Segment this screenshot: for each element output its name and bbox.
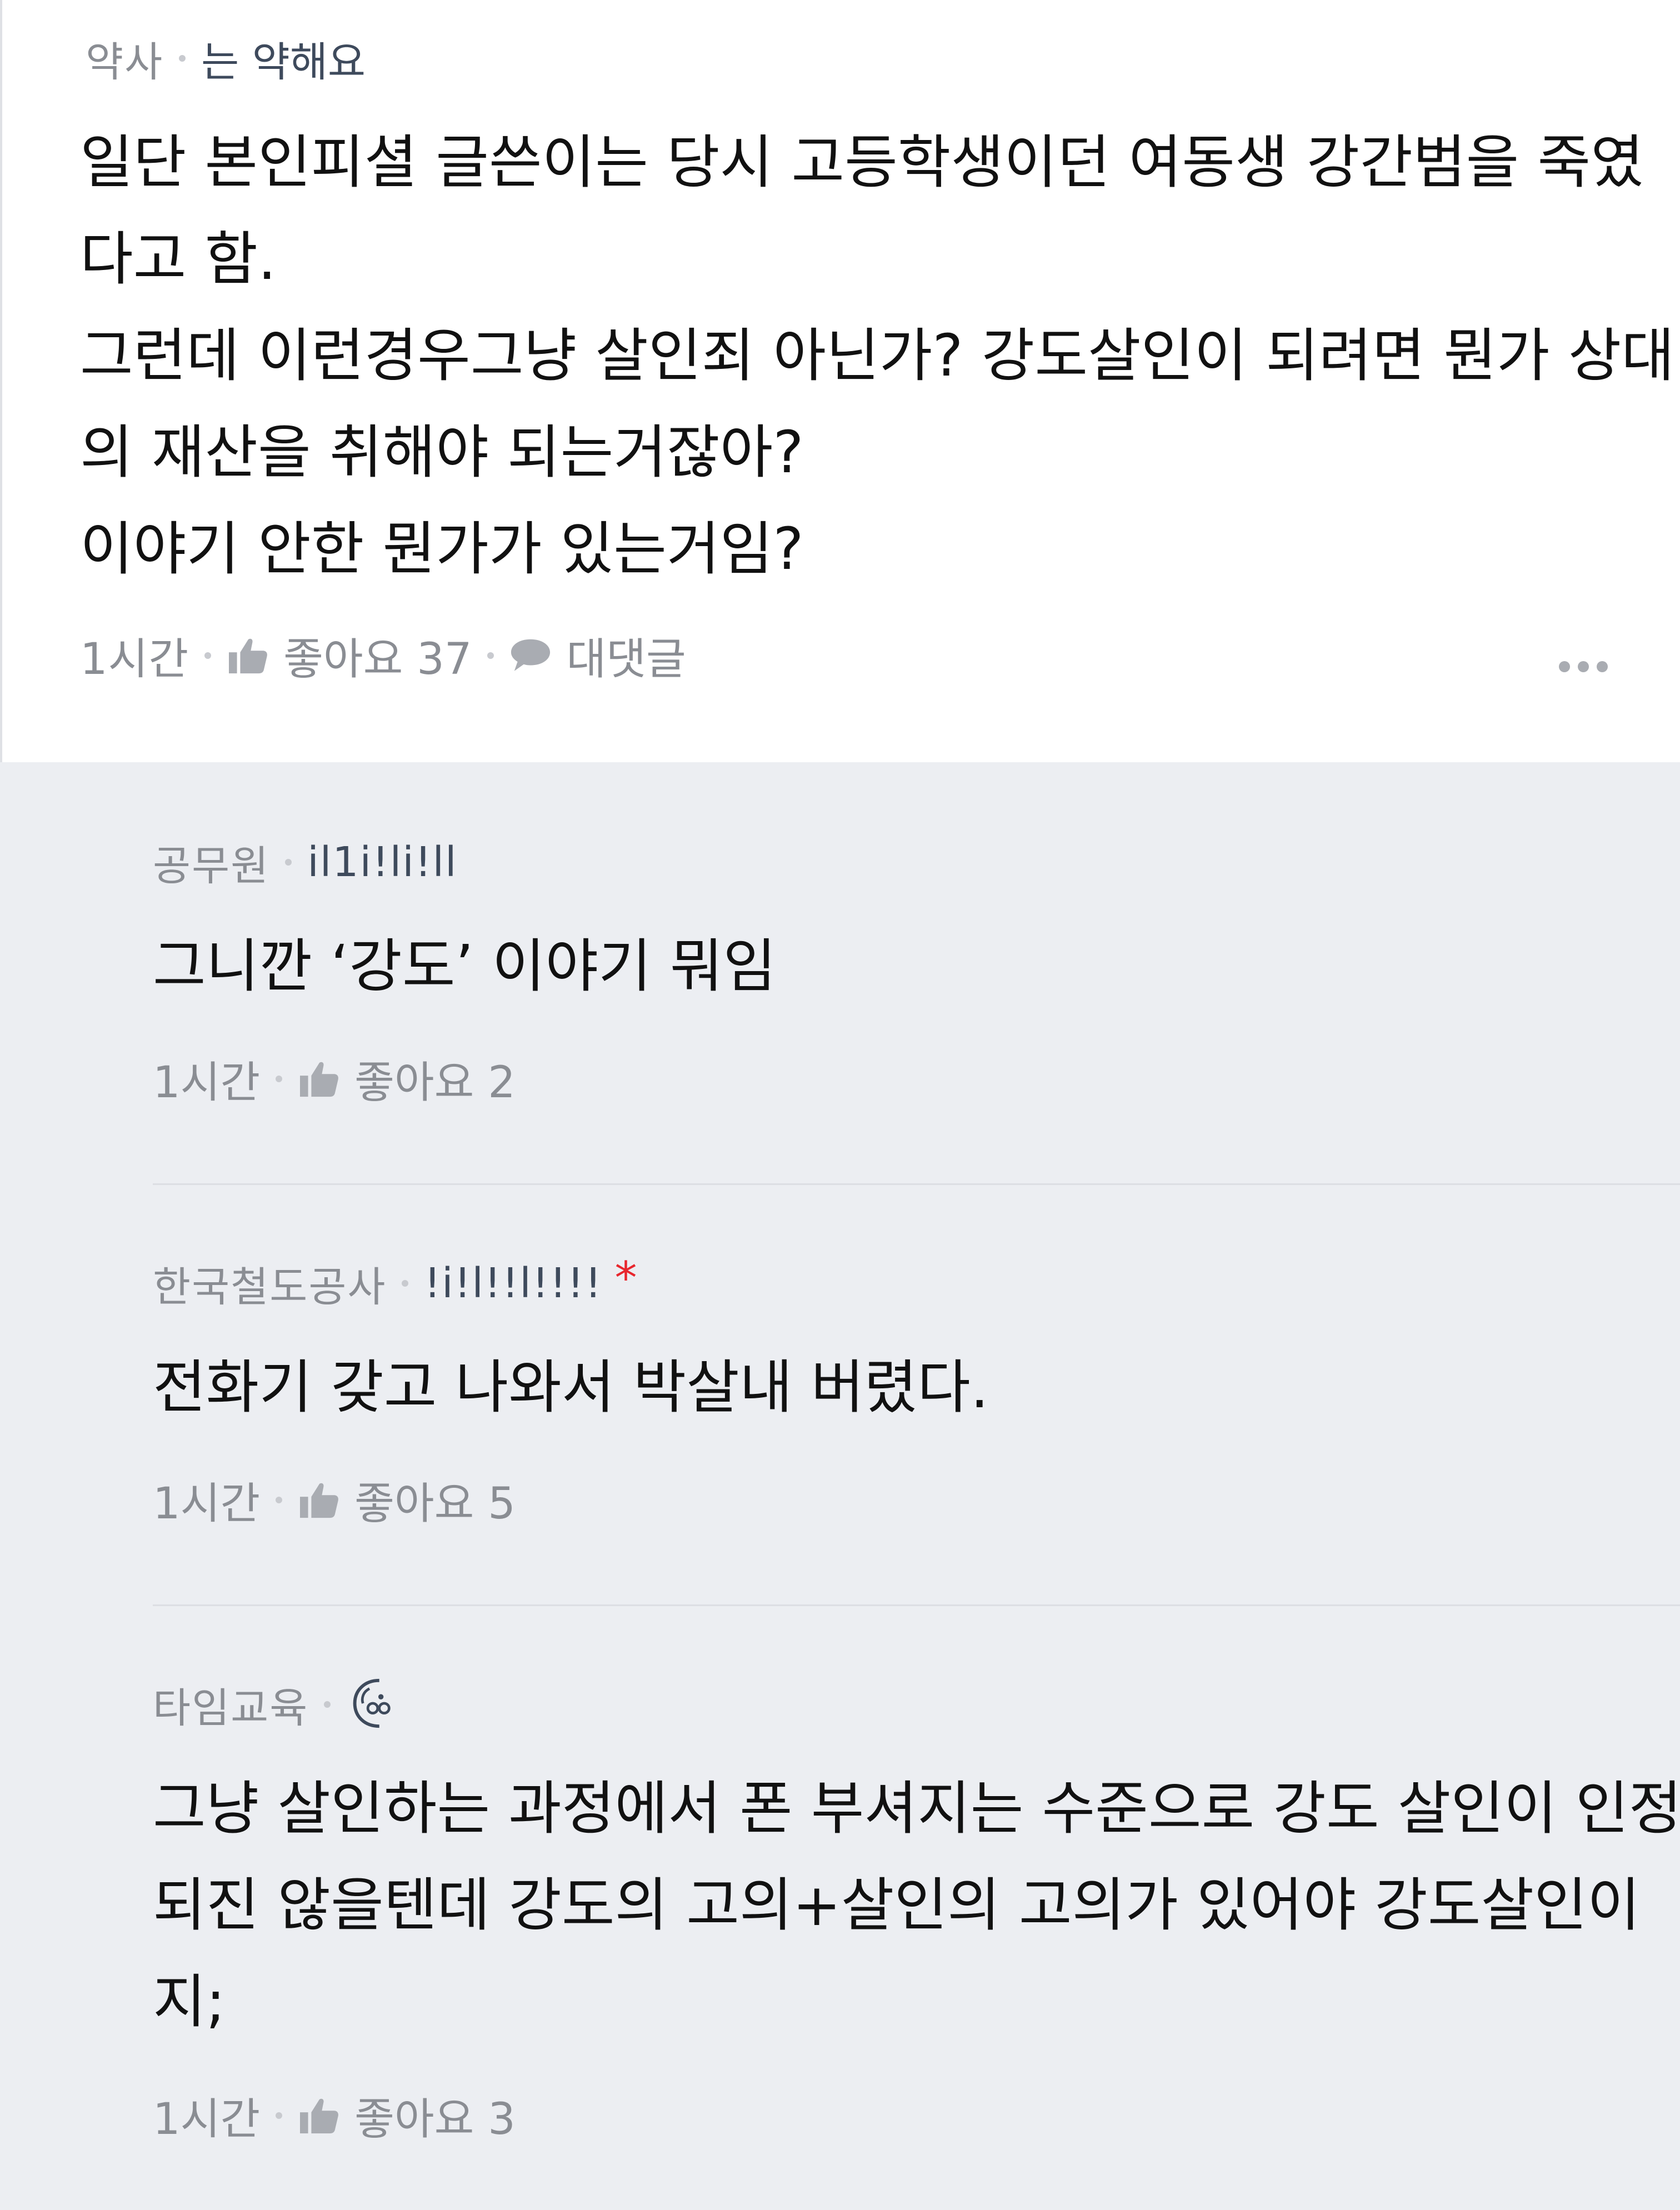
author-company: 공무원 [153,842,270,890]
more-dot [1597,661,1608,672]
separator-dot [402,1280,409,1287]
like-button[interactable]: 좋아요 2 [298,1048,516,1110]
comment-body-line: 일단 본인피셜 글쓴이는 당시 고등학생이던 여동생 강간범을 죽였 [80,128,1644,196]
reply-time: 1시간 [153,1479,261,1529]
reply-body: 전화기 갖고 나와서 박살내 버렸다. [153,1339,1642,1436]
reply-body: 그냥 살인하는 과정에서 폰 부셔지는 수준으로 강도 살인이 인정 되진 않을… [153,1760,1680,2050]
reply-actions: 1시간 좋아요 2 [153,1048,516,1110]
reply-body-line: 전화기 갖고 나와서 박살내 버렸다. [153,1353,989,1421]
more-dot [1578,661,1589,672]
author-nickname[interactable]: il1i!li!ll [307,838,457,886]
main-comment: 약사 는 약해요 일단 본인피셜 글쓴이는 당시 고등학생이던 여동생 강간범을… [0,0,1680,762]
like-count-label: 좋아요 5 [354,1479,516,1529]
separator-dot [276,1076,283,1082]
like-count-label: 좋아요 37 [283,634,472,684]
reply-divider [153,1183,1680,1185]
author-company: 약사 [86,38,164,86]
reply-body-line: 그니깐 ‘강도’ 이야기 뭐임 [153,932,777,1000]
more-dot [1559,661,1570,672]
comment-body-line: 그런데 이런경우그냥 살인죄 아닌가? 강도살인이 되려면 뭔가 상대 [80,322,1674,389]
thumbs-up-icon [227,636,270,675]
reply-time: 1시간 [153,1058,261,1108]
reply-body: 그니깐 ‘강도’ 이야기 뭐임 [153,918,1642,1014]
face-doodle-icon[interactable] [346,1676,396,1733]
author-company: 타임교육 [153,1684,309,1732]
comment-time: 1시간 [80,634,189,684]
reply-author[interactable]: 공무원 il1i!li!ll [153,834,458,890]
like-count-label: 좋아요 2 [354,1058,516,1108]
reply-body-line: 그냥 살인하는 과정에서 폰 부셔지는 수준으로 강도 살인이 인정 [153,1774,1680,1842]
like-button[interactable]: 좋아요 3 [298,2084,516,2147]
reply-divider [153,1604,1680,1606]
like-button[interactable]: 좋아요 37 [227,624,472,687]
author-nickname[interactable]: !i!l!!l!!!! [424,1259,602,1307]
separator-dot [276,1497,283,1503]
thumbs-up-icon [298,1059,341,1098]
separator-dot [276,2112,283,2119]
comment-body-line: 다고 함. [80,225,277,293]
author-nickname[interactable]: 는 약해요 [201,29,366,88]
separator-dot [204,652,212,659]
thumbs-up-icon [298,2096,341,2135]
reply-author[interactable]: 한국철도공사 !i!l!!l!!!! * [153,1252,637,1311]
separator-dot [324,1701,331,1708]
separator-dot [487,652,494,659]
more-dots-icon[interactable] [1559,661,1608,672]
reply-actions: 1시간 좋아요 5 [153,1469,516,1531]
speech-bubble-icon [509,637,552,674]
reply-time: 1시간 [153,2094,261,2144]
comment-body-line: 의 재산을 취해야 되는거잖아? [80,418,804,486]
reply-label: 대댓글 [566,634,686,684]
reply-list: 공무원 il1i!li!ll 그니깐 ‘강도’ 이야기 뭐임 1시간 좋아요 2 [0,762,1680,2210]
author-company: 한국철도공사 [153,1263,387,1311]
reply-body-line: 되진 않을텐데 강도의 고의+살인의 고의가 있어야 강도살인이 [153,1871,1641,1939]
comment-body-line: 이야기 안한 뭔가가 있는거임? [80,515,804,583]
comment-body: 일단 본인피셜 글쓴이는 당시 고등학생이던 여동생 강간범을 죽였 다고 함.… [80,114,1674,597]
thumbs-up-icon [298,1481,341,1519]
like-button[interactable]: 좋아요 5 [298,1469,516,1531]
comment-actions: 1시간 좋아요 37 대댓글 [80,628,686,684]
author-badge: * [614,1252,637,1304]
separator-dot [179,55,186,62]
reply-author[interactable]: 타임교육 [153,1677,396,1732]
reply-body-line: 지; [153,1968,226,2036]
separator-dot [285,859,292,866]
reply-button[interactable]: 대댓글 [509,624,686,687]
reply-actions: 1시간 좋아요 3 [153,2088,516,2144]
comment-author[interactable]: 약사 는 약해요 [86,31,366,86]
like-count-label: 좋아요 3 [354,2094,516,2144]
